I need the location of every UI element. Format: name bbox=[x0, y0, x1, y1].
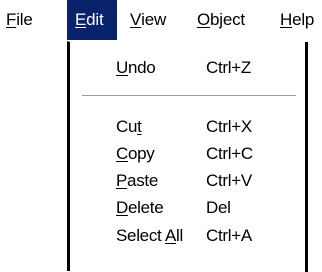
label-mnemonic: D bbox=[116, 198, 128, 217]
menu-help-mnemonic: H bbox=[280, 10, 293, 29]
menu-file-mnemonic: F bbox=[6, 10, 17, 29]
menu-item-shortcut: Del bbox=[206, 198, 231, 217]
menu-item-shortcut: Ctrl+C bbox=[206, 144, 253, 163]
label-mnemonic: C bbox=[116, 144, 128, 163]
menu-item-paste[interactable]: Paste Ctrl+V bbox=[70, 167, 304, 195]
menu-item-shortcut: Ctrl+X bbox=[206, 117, 252, 136]
menu-item-shortcut: Ctrl+A bbox=[206, 226, 252, 245]
menu-item-label: Undo bbox=[116, 58, 156, 78]
edit-dropdown-menu: Undo Ctrl+Z Cut Ctrl+X Copy Ctrl+C Paste… bbox=[67, 41, 308, 272]
menu-item-label: Cut bbox=[116, 117, 142, 137]
menu-item-label: Select All bbox=[116, 226, 183, 246]
menu-object[interactable]: Object bbox=[193, 0, 266, 40]
menu-view-post: iew bbox=[141, 10, 167, 29]
menu-object-mnemonic: O bbox=[197, 10, 211, 29]
menu-item-undo[interactable]: Undo Ctrl+Z bbox=[70, 54, 304, 82]
menu-item-cut[interactable]: Cut Ctrl+X bbox=[70, 113, 304, 141]
menu-bar: File Edit View Object Help bbox=[0, 0, 322, 40]
menu-item-label: Paste bbox=[116, 171, 158, 191]
menu-separator bbox=[82, 95, 296, 97]
menu-view-mnemonic: V bbox=[130, 10, 142, 29]
menu-edit-mnemonic: E bbox=[75, 10, 87, 29]
menu-help[interactable]: Help bbox=[276, 0, 322, 40]
menu-edit[interactable]: Edit bbox=[67, 0, 117, 40]
label-mnemonic: P bbox=[116, 171, 128, 190]
label-post: ndo bbox=[127, 58, 156, 77]
menu-item-label: Delete bbox=[116, 198, 164, 218]
label-post: aste bbox=[127, 171, 158, 190]
label-post: elete bbox=[127, 198, 164, 217]
menu-item-delete[interactable]: Delete Del bbox=[70, 194, 304, 222]
menu-edit-post: dit bbox=[86, 10, 104, 29]
menu-object-post: bject bbox=[210, 10, 245, 29]
label-post: ll bbox=[175, 226, 183, 245]
menu-item-shortcut: Ctrl+Z bbox=[206, 58, 251, 77]
label-post: opy bbox=[127, 144, 155, 163]
label-pre: Select bbox=[116, 226, 165, 245]
menu-file[interactable]: File bbox=[5, 0, 64, 40]
menu-item-copy[interactable]: Copy Ctrl+C bbox=[70, 140, 304, 168]
label-mnemonic: t bbox=[137, 117, 142, 136]
menu-file-post: ile bbox=[16, 10, 33, 29]
label-pre: Cu bbox=[116, 117, 138, 136]
menu-help-post: elp bbox=[292, 10, 315, 29]
menu-item-select-all[interactable]: Select All Ctrl+A bbox=[70, 222, 304, 250]
menu-view[interactable]: View bbox=[126, 0, 188, 40]
label-mnemonic: A bbox=[164, 226, 176, 245]
menu-item-shortcut: Ctrl+V bbox=[206, 171, 252, 190]
menu-item-label: Copy bbox=[116, 144, 155, 164]
label-mnemonic: U bbox=[116, 58, 128, 77]
